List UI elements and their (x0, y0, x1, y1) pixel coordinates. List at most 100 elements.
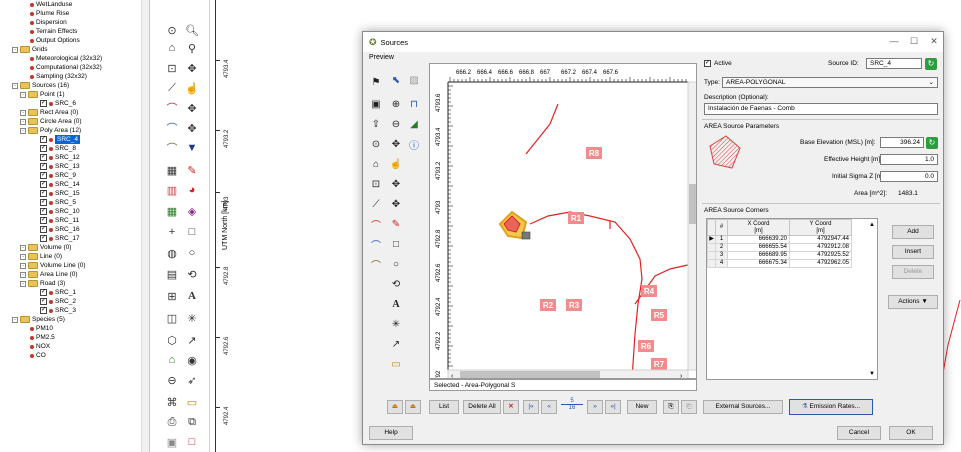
delete-icon[interactable]: ✕ (503, 400, 519, 414)
expander-icon[interactable]: - (20, 109, 26, 116)
layout-icon[interactable]: ⧉ (184, 414, 200, 430)
tree-item[interactable]: - Poly Area (12) (20, 126, 81, 135)
grid-icon[interactable]: ▦ (164, 162, 180, 178)
source-checkbox[interactable]: ✓ (40, 208, 47, 215)
tree-item[interactable]: ✓ SRC_2 (40, 297, 76, 306)
terrain-line-icon[interactable]: ⌒ (164, 140, 180, 156)
active-checkbox[interactable]: ✓ (704, 60, 711, 67)
rect-icon[interactable]: ⊡ (164, 60, 180, 76)
dialog-titlebar[interactable]: ✪ Sources — ☐ ✕ (363, 32, 943, 52)
expander-icon[interactable]: - (12, 46, 18, 53)
source-checkbox[interactable]: ✓ (40, 145, 47, 152)
source-id-field[interactable]: SRC_4 (866, 58, 922, 69)
tree-item[interactable]: Computational (32x32) (30, 63, 102, 72)
delete-row-button[interactable]: Delete (892, 265, 934, 279)
expander-icon[interactable]: - (20, 253, 26, 260)
tree-item[interactable]: - Point (1) (20, 90, 65, 99)
node-dialog-icon[interactable]: ✥ (388, 176, 404, 192)
tree-item[interactable]: - Line (0) (20, 252, 62, 261)
source-checkbox[interactable]: ✓ (40, 172, 47, 179)
text-icon[interactable]: A (184, 288, 200, 304)
corners-grid[interactable]: # X Coord [m] Y Coord [m] ▶ 1 666639.20 479… (706, 218, 878, 380)
help-button[interactable]: Help (369, 426, 413, 440)
new-button[interactable]: New (627, 400, 657, 414)
insert-button[interactable]: Insert (892, 245, 934, 259)
tree-item[interactable]: ✓ SRC_14 (40, 180, 80, 189)
terrain-dialog-icon[interactable]: ⌒ (368, 256, 384, 272)
circle-dialog-icon[interactable]: ○ (388, 256, 404, 272)
copy-icon[interactable]: ⎘ (663, 400, 679, 414)
corners-table[interactable]: # X Coord [m] Y Coord [m] ▶ 1 666639.20 479… (707, 219, 852, 268)
actions-button[interactable]: Actions ▼ (888, 295, 938, 309)
tree-item[interactable]: ✓ SRC_13 (40, 162, 80, 171)
info-icon[interactable]: ⓘ (406, 136, 422, 152)
zoom-in-icon[interactable]: 🔍︎ (184, 22, 200, 38)
tree-item[interactable]: ✓ SRC_10 (40, 207, 80, 216)
tree-item[interactable]: - Volume (0) (20, 243, 71, 252)
crosshair-icon[interactable]: + (164, 224, 180, 240)
tree-item[interactable]: - Species (5) (12, 315, 65, 324)
scroll-down-icon[interactable]: ▼ (869, 371, 875, 377)
tree-item[interactable]: Sampling (32x32) (30, 72, 87, 81)
source-checkbox[interactable]: ✓ (40, 181, 47, 188)
node2-icon[interactable]: ✥ (184, 120, 200, 136)
node-icon[interactable]: ✥ (184, 100, 200, 116)
tree-item[interactable]: PM10 (30, 324, 53, 333)
polygon-red-icon[interactable]: ▥ (164, 182, 180, 198)
circle-icon[interactable]: ○ (184, 245, 200, 261)
import-icon[interactable]: ⏏ (387, 400, 403, 414)
previous-record-icon[interactable]: « (541, 400, 557, 414)
tree-item[interactable]: NOX (30, 342, 50, 351)
tree-item[interactable]: ✓ SRC_9 (40, 171, 76, 180)
tree-item[interactable]: ✓ SRC_3 (40, 306, 76, 315)
tree-item[interactable]: Meteorological (32x32) (30, 54, 102, 63)
tree-item[interactable]: ✓ SRC_12 (40, 153, 80, 162)
fill-icon[interactable]: ◕ (184, 182, 200, 198)
project-tree[interactable]: WetLanduse Plume Rise Dispersion Terrain Ef… (0, 0, 150, 452)
expander-icon[interactable]: - (20, 118, 26, 125)
zoom-out-dialog-icon[interactable]: ⊖ (388, 116, 404, 132)
effective-height-field[interactable]: 1.0 (880, 154, 938, 165)
corner-row[interactable]: 4 666675.34 4792962.05 (707, 259, 852, 268)
tree-item[interactable]: ✓ SRC_4 (40, 135, 80, 144)
row-indicator[interactable] (707, 243, 716, 252)
filter-icon[interactable]: ▼ (184, 140, 200, 156)
tree-item[interactable]: ✓ SRC_5 (40, 198, 76, 207)
select-icon[interactable]: ⊙ (164, 22, 180, 38)
rectangle-icon[interactable]: □ (184, 224, 200, 240)
add-button[interactable]: Add (892, 225, 934, 239)
corner-number[interactable]: 2 (715, 243, 728, 252)
chart-icon[interactable]: ⊞ (164, 288, 180, 304)
description-field[interactable]: Instalación de Faenas - Comb (704, 103, 938, 115)
road-dialog-icon[interactable]: ⌒ (368, 216, 384, 232)
polyline-dialog-icon[interactable]: ⌒ (368, 236, 384, 252)
tree-item[interactable]: Terrain Effects (30, 27, 77, 36)
road-icon[interactable]: ⌒ (164, 100, 180, 116)
corner-y[interactable]: 4792912.08 (789, 243, 852, 252)
ok-button[interactable]: OK (889, 426, 933, 440)
tree-item[interactable]: Plume Rise (30, 9, 69, 18)
maximize-icon[interactable]: ☐ (908, 36, 920, 46)
source-checkbox[interactable]: ✓ (40, 154, 47, 161)
hand-icon[interactable]: ☝ (184, 80, 200, 96)
building-icon[interactable]: ⌂ (164, 352, 180, 368)
source-checkbox[interactable]: ✓ (40, 163, 47, 170)
rect-select-icon[interactable]: ⊓ (406, 96, 422, 112)
source-checkbox[interactable]: ✓ (40, 190, 47, 197)
corner-x[interactable]: 666639.20 (727, 235, 790, 244)
initial-sigma-field[interactable]: 0.0 (880, 171, 938, 182)
expander-icon[interactable]: - (20, 262, 26, 269)
corner-number[interactable]: 4 (715, 259, 728, 268)
frame-dialog-icon[interactable]: ⊡ (368, 176, 384, 192)
polygon-green-icon[interactable]: ▦ (164, 203, 180, 219)
corner-row[interactable]: 3 666689.95 4792925.52 (707, 251, 852, 260)
lasso-dialog-icon[interactable]: ⟲ (388, 276, 404, 292)
expander-icon[interactable]: - (20, 127, 26, 134)
elevation-refresh-button[interactable]: ↻ (926, 137, 938, 149)
base-elevation-field[interactable]: 396.24 (880, 137, 924, 148)
line-dialog-icon[interactable]: ⟋ (368, 196, 384, 212)
tree-item[interactable]: - Grids (12, 45, 48, 54)
tree-item[interactable]: ✓ SRC_11 (40, 216, 79, 225)
lasso-icon[interactable]: ⟲ (184, 266, 200, 282)
target-dialog-icon[interactable]: ⊙ (368, 136, 384, 152)
